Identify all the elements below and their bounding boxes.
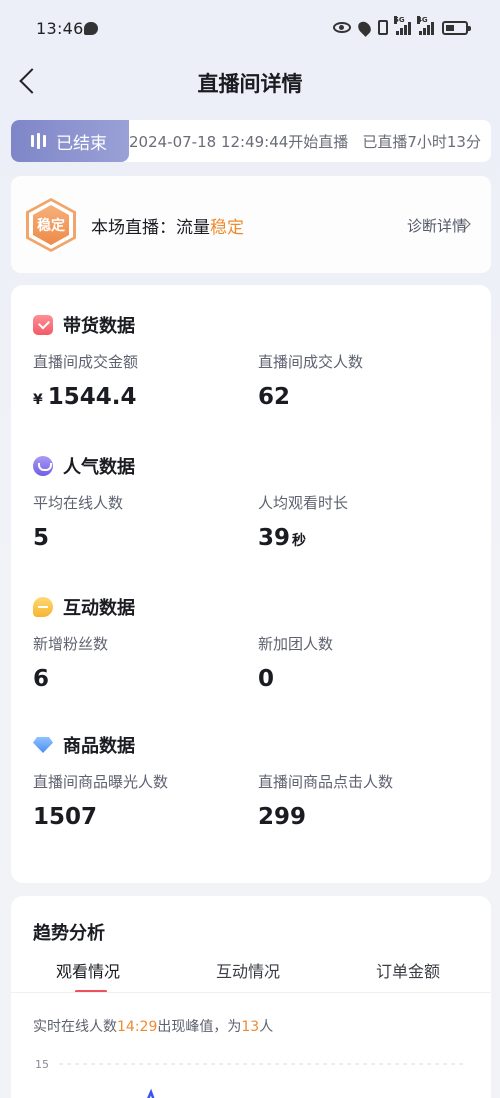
ended-label: 已结束 [56,133,107,154]
location-icon [355,18,374,37]
interaction-data-section: 互动数据 新增粉丝数 6 新加团人数 0 [33,593,473,699]
tab-order-amount[interactable]: 订单金额 [376,958,440,982]
section-title: 商品数据 [63,736,135,757]
trend-analysis-card: 趋势分析 观看情况 互动情况 订单金额 实时在线人数14:29出现峰值，为13人… [11,896,491,1098]
tab-divider [11,992,491,993]
stability-summary: 本场直播：流量稳定 [91,213,244,238]
product-data-section: 商品数据 直播间商品曝光人数 1507 直播间商品点击人数 299 [33,731,473,837]
live-start-time: 2024-07-18 12:49:44开始直播 [129,133,349,151]
bars-icon [31,133,46,149]
trend-title: 趋势分析 [33,923,105,944]
metric-new-followers: 新增粉丝数 6 [33,635,109,692]
tab-interaction[interactable]: 互动情况 [216,958,280,982]
live-data-card: 带货数据 直播间成交金额 ¥1544.4 直播间成交人数 62 人气数据 平均在… [11,285,491,883]
metric-avg-online: 平均在线人数 5 [33,494,124,551]
stability-hexagon-icon: 稳定 [26,198,76,252]
peak-value: 13 [241,1019,260,1035]
section-title: 带货数据 [63,316,135,337]
vibrate-icon [378,20,388,35]
live-duration: 已直播7小时13分 [362,133,481,151]
metric-buyer-count: 直播间成交人数 62 [258,353,364,410]
metric-new-fan-group: 新加团人数 0 [258,635,334,692]
ended-badge: 已结束 [11,120,129,162]
section-title: 人气数据 [63,457,135,478]
stability-card[interactable]: 稳定 本场直播：流量稳定 诊断详情 [11,176,491,273]
peak-note: 实时在线人数14:29出现峰值，为13人 [33,1019,274,1035]
stability-prefix: 本场直播：流量 [91,218,210,238]
tab-viewing[interactable]: 观看情况 [56,958,120,982]
metric-product-clicks: 直播间商品点击人数 299 [258,773,394,830]
battery-icon [442,20,471,35]
page-title: 直播间详情 [197,72,303,96]
series-line [147,1088,155,1098]
live-info: 2024-07-18 12:49:44开始直播 已直播7小时13分 [129,131,481,152]
y-tick-label: 15 [35,1058,49,1071]
metric-sales-amount: 直播间成交金额 ¥1544.4 [33,353,139,410]
metric-product-exposure: 直播间商品曝光人数 1507 [33,773,169,830]
chat-notification-icon [84,22,98,35]
online-trend-chart: 15 [35,1058,466,1098]
nav-bar: 直播间详情 [0,58,500,106]
diamond-icon [33,737,53,753]
peak-time: 14:29 [117,1019,158,1035]
live-status-row: 已结束 2024-07-18 12:49:44开始直播 已直播7小时13分 [11,120,491,162]
eye-icon [333,22,351,33]
status-time: 13:46 [36,19,84,38]
stability-value: 稳定 [210,218,244,238]
popularity-data-section: 人气数据 平均在线人数 5 人均观看时长 39 秒 [33,452,473,558]
signal-5g-icon: 5G [394,15,411,35]
trend-tabs: 观看情况 互动情况 订单金额 [11,954,491,993]
popularity-icon [33,456,53,476]
status-icons: 5G 4G [333,15,471,37]
sales-data-section: 带货数据 直播间成交金额 ¥1544.4 直播间成交人数 62 [33,311,473,417]
diagnose-details-link[interactable]: 诊断详情 [407,215,467,236]
section-title: 互动数据 [63,598,135,619]
network-label-5g: 5G [394,15,405,24]
stability-badge-text: 稳定 [37,218,65,234]
chat-bubble-icon [33,597,53,617]
shopping-bag-icon [33,315,53,335]
network-label-4g: 4G [417,15,428,24]
metric-avg-watch-time: 人均观看时长 39 秒 [258,494,349,551]
status-bar: 13:46 5G 4G [0,0,500,58]
signal-4g-icon: 4G [417,15,434,35]
